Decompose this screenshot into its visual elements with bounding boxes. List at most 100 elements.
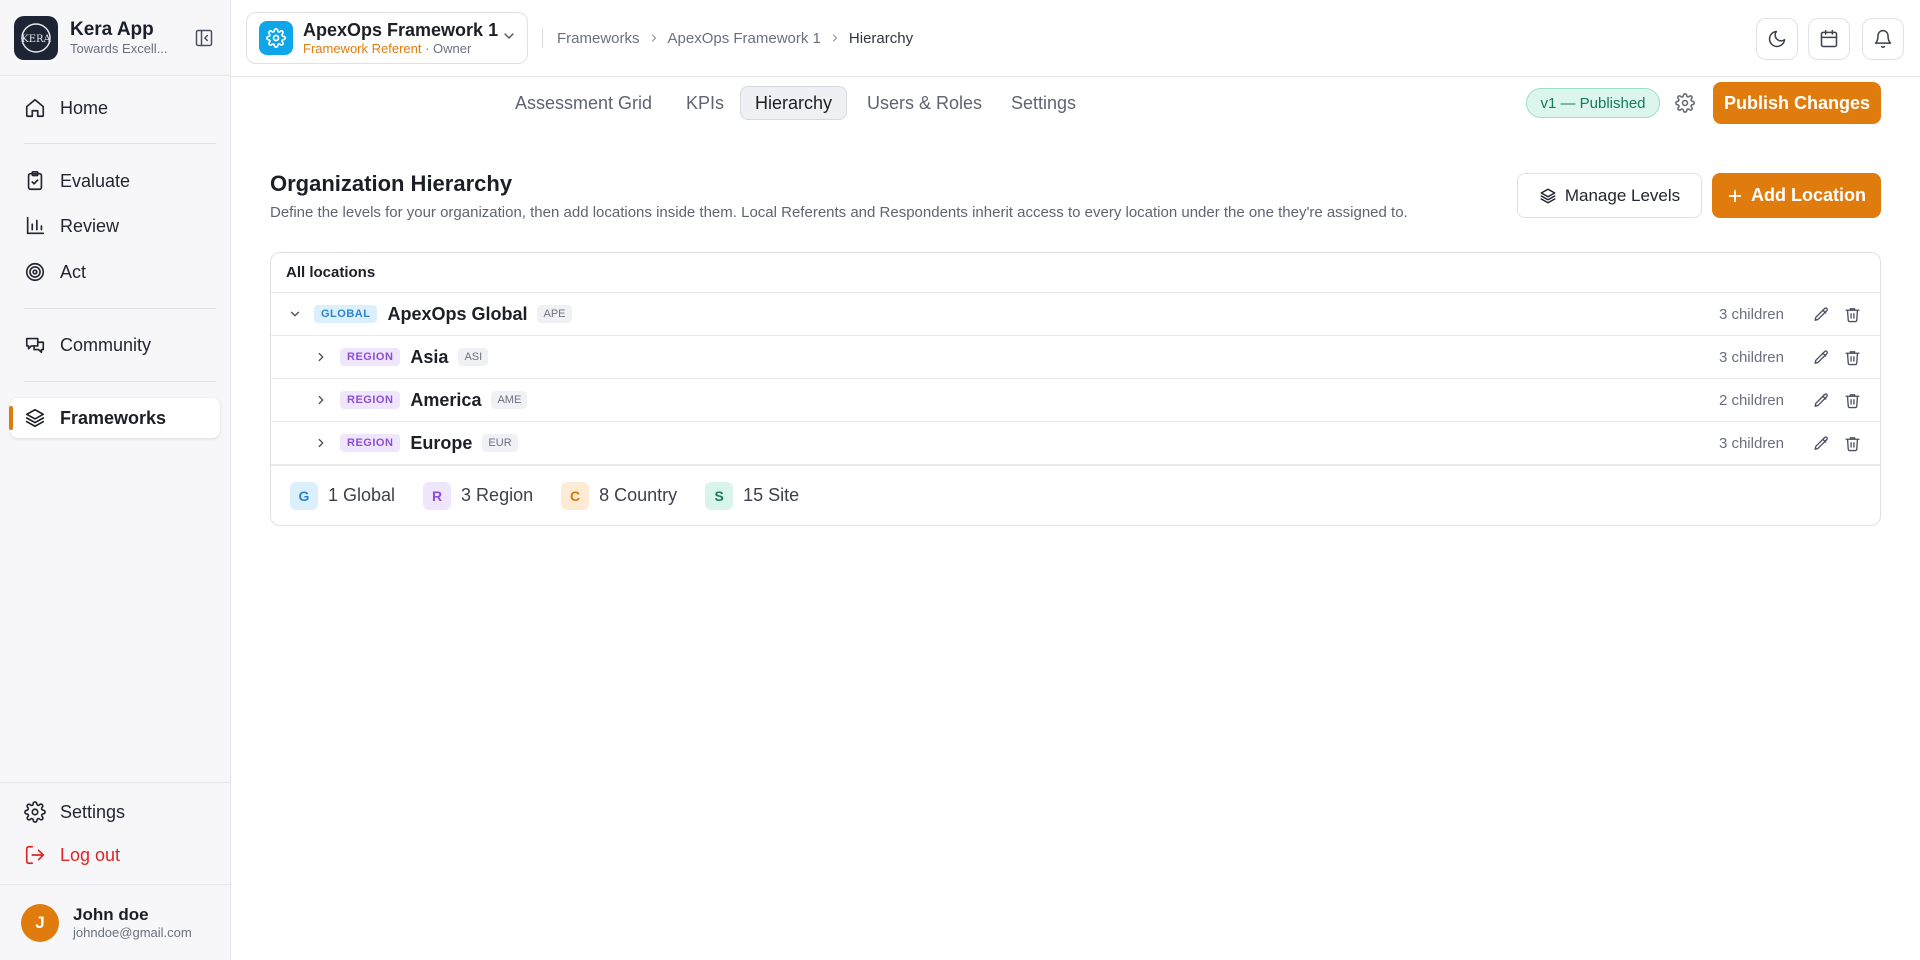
sidebar-divider	[0, 782, 230, 783]
add-location-button[interactable]: Add Location	[1712, 173, 1881, 218]
tab-kpis[interactable]: KPIs	[672, 86, 738, 120]
main-content: ApexOps Framework 1 Framework Referent ·…	[231, 0, 1920, 960]
breadcrumb-divider	[542, 28, 543, 48]
tab-hierarchy[interactable]: Hierarchy	[740, 86, 848, 120]
sidebar-item-evaluate[interactable]: Evaluate	[10, 161, 220, 201]
chevron-down-icon	[501, 28, 517, 49]
sidebar-item-label: Evaluate	[60, 170, 131, 191]
location-code: ASI	[458, 348, 489, 366]
level-legend: G 1 Global R 3 Region C 8 Country S 15 S…	[271, 465, 1880, 525]
chevron-right-icon[interactable]	[312, 434, 330, 452]
children-count: 3 children	[1718, 434, 1784, 452]
location-code: APE	[537, 305, 572, 323]
target-icon	[25, 262, 45, 282]
user-email: johndoe@gmail.com	[73, 925, 192, 940]
location-row[interactable]: REGION Europe EUR 3 children	[271, 422, 1880, 465]
chevron-right-icon[interactable]	[312, 348, 330, 366]
version-status-badge: v1 — Published	[1526, 88, 1660, 118]
chevron-right-icon[interactable]	[312, 391, 330, 409]
user-name: John doe	[73, 905, 149, 924]
gear-icon	[24, 801, 46, 823]
delete-trash-icon[interactable]	[1842, 347, 1862, 367]
framework-name: ApexOps Framework 1	[303, 19, 499, 40]
location-row[interactable]: REGION Asia ASI 3 children	[271, 336, 1880, 379]
manage-levels-button[interactable]: Manage Levels	[1517, 173, 1702, 218]
svg-text:KERA: KERA	[21, 34, 51, 45]
logout-icon	[25, 845, 45, 865]
chevron-down-icon[interactable]	[286, 305, 304, 323]
calendar-button[interactable]	[1808, 18, 1850, 60]
legend-letter: C	[561, 481, 590, 510]
level-badge: REGION	[340, 434, 401, 452]
location-row[interactable]: REGION America AME 2 children	[271, 379, 1880, 422]
edit-pencil-icon[interactable]	[1811, 347, 1831, 367]
sidebar-divider	[0, 75, 230, 76]
breadcrumb-frameworks[interactable]: Frameworks	[557, 30, 640, 47]
moon-icon	[1768, 30, 1786, 48]
app-name: Kera App	[70, 19, 154, 40]
notifications-button[interactable]	[1862, 18, 1904, 60]
publish-changes-button[interactable]: Publish Changes	[1713, 82, 1881, 124]
edit-pencil-icon[interactable]	[1811, 433, 1831, 453]
edit-pencil-icon[interactable]	[1811, 390, 1831, 410]
location-name: Asia	[410, 346, 449, 367]
collapse-sidebar-icon[interactable]	[190, 24, 218, 52]
chevron-right-icon	[829, 32, 841, 44]
sidebar-item-label: Review	[60, 215, 120, 236]
legend-item-global: G 1 Global	[290, 481, 395, 510]
calendar-icon	[1820, 29, 1838, 48]
sidebar-item-act[interactable]: Act	[10, 252, 220, 292]
delete-trash-icon[interactable]	[1842, 390, 1862, 410]
legend-item-country: C 8 Country	[561, 481, 678, 510]
sidebar-item-community[interactable]: Community	[10, 325, 220, 365]
panel-header: All locations	[271, 253, 1880, 293]
logout-button[interactable]: Log out	[10, 835, 220, 875]
framework-selector[interactable]: ApexOps Framework 1 Framework Referent ·…	[246, 12, 528, 64]
breadcrumb-framework[interactable]: ApexOps Framework 1	[668, 30, 821, 47]
framework-settings-icon[interactable]	[1674, 92, 1696, 114]
brand: KERA Kera App Towards Excell...	[14, 16, 218, 60]
breadcrumb-current: Hierarchy	[848, 29, 914, 47]
level-badge: REGION	[340, 391, 401, 409]
level-badge: GLOBAL	[314, 305, 378, 323]
framework-gear-icon	[259, 21, 293, 55]
bar-chart-icon	[26, 216, 45, 235]
tab-label: Hierarchy	[755, 92, 833, 113]
page-description: Define the levels for your organization,…	[270, 204, 1408, 221]
children-count: 3 children	[1718, 305, 1784, 323]
sidebar-item-settings[interactable]: Settings	[10, 792, 220, 832]
framework-role-separator: ·	[421, 40, 434, 56]
tabs-bar: Assessment Grid KPIs Hierarchy Users & R…	[231, 78, 1920, 128]
sidebar-separator	[24, 143, 216, 144]
tab-settings[interactable]: Settings	[997, 86, 1090, 120]
location-row[interactable]: GLOBAL ApexOps Global APE 3 children	[271, 293, 1880, 336]
delete-trash-icon[interactable]	[1842, 304, 1862, 324]
legend-item-region: R 3 Region	[423, 481, 534, 510]
theme-toggle-button[interactable]	[1756, 18, 1798, 60]
delete-trash-icon[interactable]	[1842, 433, 1862, 453]
tab-users-roles[interactable]: Users & Roles	[853, 86, 996, 120]
user-profile[interactable]: J John doe johndoe@gmail.com	[21, 904, 192, 942]
sidebar-item-label: Community	[60, 334, 152, 355]
sidebar-item-review[interactable]: Review	[10, 206, 220, 246]
tab-label: Users & Roles	[867, 92, 983, 113]
sidebar-item-label: Act	[60, 261, 87, 282]
tab-label: KPIs	[686, 92, 725, 113]
legend-text: 3 Region	[461, 485, 534, 505]
tab-assessment-grid[interactable]: Assessment Grid	[501, 86, 666, 120]
sidebar-item-home[interactable]: Home	[10, 88, 220, 128]
location-name: ApexOps Global	[387, 303, 528, 324]
legend-letter: G	[290, 481, 318, 510]
tab-label: Assessment Grid	[515, 92, 653, 113]
level-badge: REGION	[340, 348, 401, 366]
edit-pencil-icon[interactable]	[1811, 304, 1831, 324]
sidebar: KERA Kera App Towards Excell... Home Eva…	[0, 0, 231, 960]
sidebar-item-frameworks[interactable]: Frameworks	[9, 398, 220, 438]
sidebar-item-label: Home	[60, 97, 109, 118]
tab-label: Settings	[1011, 92, 1077, 113]
legend-text: 8 Country	[599, 485, 678, 505]
manage-levels-label: Manage Levels	[1564, 185, 1681, 205]
framework-access: Owner	[433, 40, 472, 56]
top-bar: ApexOps Framework 1 Framework Referent ·…	[231, 0, 1920, 77]
home-icon	[25, 98, 45, 118]
